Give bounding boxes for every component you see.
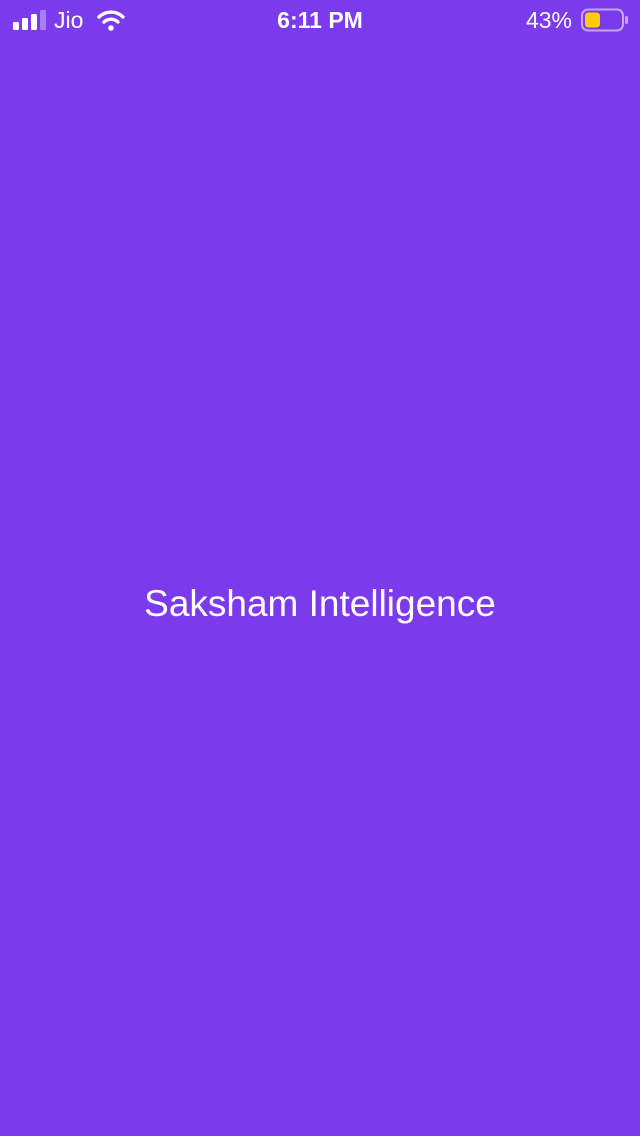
battery-level-fill bbox=[585, 12, 600, 28]
status-bar: Jio 6:11 PM 43% bbox=[0, 0, 640, 40]
battery-icon bbox=[581, 8, 628, 32]
splash-screen: Jio 6:11 PM 43% Saksham Intelligence bbox=[0, 0, 640, 1136]
battery-percentage: 43% bbox=[525, 7, 572, 33]
app-title: Saksham Intelligence bbox=[144, 583, 496, 624]
